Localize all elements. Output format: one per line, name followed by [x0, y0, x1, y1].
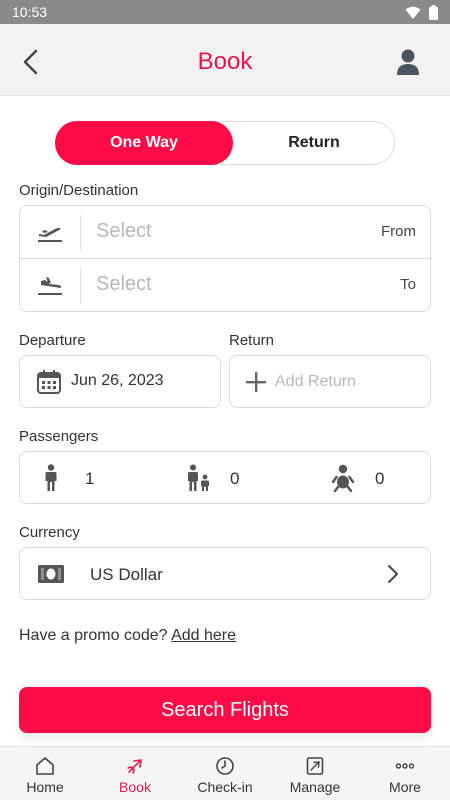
- tab-more-label: More: [389, 779, 421, 795]
- origin-destination-box: Select From Select To: [19, 205, 431, 312]
- infant-passenger-selector[interactable]: 0: [310, 452, 440, 505]
- return-date-field[interactable]: Add Return: [229, 355, 431, 408]
- return-date-placeholder: Add Return: [275, 373, 356, 390]
- infant-count: 0: [375, 469, 385, 488]
- tab-manage[interactable]: Manage: [270, 747, 360, 800]
- plane-landing-icon: [38, 277, 62, 295]
- destination-field[interactable]: Select To: [20, 259, 430, 312]
- status-bar: 10:53: [0, 0, 450, 24]
- tab-check-in-label: Check-in: [197, 779, 253, 795]
- one-way-option[interactable]: One Way: [55, 121, 233, 165]
- infant-icon: [332, 464, 354, 492]
- search-flights-button[interactable]: Search Flights: [19, 687, 431, 733]
- adult-passenger-selector[interactable]: 1: [20, 452, 150, 505]
- to-tag: To: [400, 276, 416, 293]
- tab-home[interactable]: Home: [0, 747, 90, 800]
- wifi-icon: [405, 6, 421, 19]
- page-title: Book: [197, 48, 253, 75]
- status-time: 10:53: [12, 4, 48, 20]
- tab-more[interactable]: More: [360, 747, 450, 800]
- plane-icon: [127, 759, 142, 774]
- child-icon: [188, 464, 209, 491]
- tab-manage-label: Manage: [289, 779, 341, 795]
- departure-label: Departure: [19, 332, 86, 349]
- tab-check-in[interactable]: Check-in: [180, 747, 270, 800]
- trip-type-toggle: One Way Return: [55, 121, 395, 165]
- adult-count: 1: [85, 469, 95, 488]
- promo-code-row: Have a promo code? Add here: [19, 627, 236, 645]
- promo-code-text: Have a promo code?: [19, 627, 168, 644]
- add-promo-code-link[interactable]: Add here: [171, 627, 236, 644]
- calendar-icon: [37, 370, 61, 394]
- currency-selector[interactable]: US Dollar: [19, 547, 431, 600]
- destination-separator: [80, 268, 81, 304]
- home-icon: [36, 757, 54, 775]
- origin-field[interactable]: Select From: [20, 206, 430, 259]
- origin-separator: [80, 215, 81, 251]
- tab-book[interactable]: Book: [90, 747, 180, 800]
- clock-icon: [216, 757, 234, 775]
- passengers-label: Passengers: [19, 428, 99, 445]
- bottom-tab-bar: Home Book Check-in Manage More: [0, 746, 450, 800]
- return-option[interactable]: Return: [233, 121, 395, 165]
- tab-book-label: Book: [119, 779, 151, 795]
- tab-home-label: Home: [26, 779, 64, 795]
- status-icons: [405, 5, 438, 20]
- chevron-right-icon: [388, 565, 398, 583]
- from-tag: From: [381, 223, 416, 240]
- currency-label: Currency: [19, 524, 80, 541]
- battery-icon: [429, 5, 438, 20]
- child-count: 0: [230, 469, 240, 488]
- app-header: Book: [0, 24, 450, 96]
- departure-date-value: Jun 26, 2023: [71, 372, 164, 389]
- user-icon[interactable]: [396, 48, 420, 76]
- plus-icon: [246, 372, 266, 392]
- manage-icon: [306, 757, 324, 775]
- passengers-box: 1 0 0: [19, 451, 431, 504]
- departure-date-field[interactable]: Jun 26, 2023: [19, 355, 221, 408]
- currency-value: US Dollar: [90, 565, 163, 584]
- adult-icon: [45, 464, 57, 491]
- child-passenger-selector[interactable]: 0: [165, 452, 295, 505]
- origin-placeholder: Select: [96, 220, 152, 242]
- plane-takeoff-icon: [38, 228, 62, 242]
- return-label: Return: [229, 332, 275, 349]
- destination-placeholder: Select: [96, 273, 152, 295]
- money-icon: [38, 565, 64, 583]
- origin-destination-label: Origin/Destination: [19, 182, 139, 199]
- more-icon: [395, 763, 415, 769]
